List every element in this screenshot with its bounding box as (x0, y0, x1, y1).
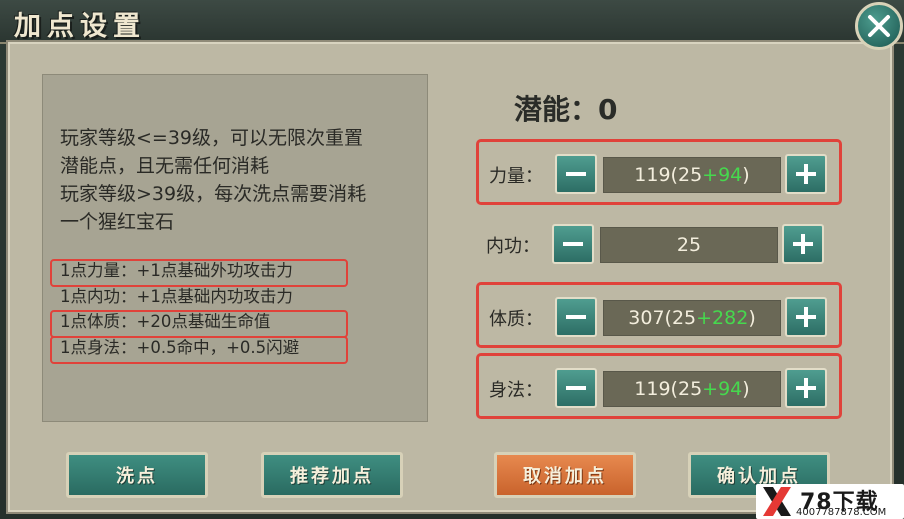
value-bonus: +94 (702, 164, 743, 186)
watermark-url: 4007787878.COM (796, 507, 887, 518)
constitution-plus-button[interactable] (785, 297, 827, 337)
stat-label: 身法： (489, 380, 543, 401)
value-base: 119(25 (634, 378, 703, 400)
value-base: 119(25 (634, 164, 703, 186)
close-button[interactable] (855, 2, 903, 50)
stat-label: 力量： (489, 166, 543, 187)
plus-icon (796, 378, 816, 398)
stat-row-inner-power: 内功： 25 (476, 212, 842, 278)
cancel-points-button[interactable]: 取消加点 (494, 452, 636, 498)
stat-row-agility: 身法： 119(25+94) (476, 353, 842, 419)
stat-label: 内功： (486, 236, 540, 257)
rule-inner-power: 1点内功：+1点基础内功攻击力 (60, 286, 293, 306)
stat-row-constitution: 体质： 307(25+282) (476, 282, 842, 348)
minus-icon (566, 386, 586, 390)
plus-icon (796, 307, 816, 327)
value-base: 307(25 (628, 307, 697, 329)
close-icon (868, 15, 890, 37)
strength-plus-button[interactable] (785, 154, 827, 194)
rule-constitution: 1点体质：+20点基础生命值 (50, 309, 358, 338)
reset-points-button[interactable]: 洗点 (66, 452, 208, 498)
constitution-minus-button[interactable] (555, 297, 597, 337)
desc-line: 潜能点，且无需任何消耗 (60, 155, 270, 177)
inner-power-minus-button[interactable] (552, 224, 594, 264)
strength-value: 119(25+94) (603, 157, 781, 193)
value-bonus: +282 (696, 307, 749, 329)
value-suffix: ) (742, 164, 750, 186)
value-base: 25 (676, 234, 702, 256)
plus-icon (796, 164, 816, 184)
agility-minus-button[interactable] (555, 368, 597, 408)
potential-points: 潜能：0 (514, 93, 618, 126)
minus-icon (566, 172, 586, 176)
desc-line: 玩家等级>39级，每次洗点需要消耗 (60, 183, 367, 205)
agility-plus-button[interactable] (785, 368, 827, 408)
minus-icon (566, 315, 586, 319)
constitution-value: 307(25+282) (603, 300, 781, 336)
plus-icon (793, 234, 813, 254)
stat-rules-list: 1点力量：+1点基础外功攻击力 1点内功：+1点基础内功攻击力 1点体质：+20… (50, 258, 358, 363)
x-logo-icon (763, 487, 791, 516)
value-suffix: ) (748, 307, 756, 329)
recommend-points-button[interactable]: 推荐加点 (261, 452, 403, 498)
rule-strength: 1点力量：+1点基础外功攻击力 (50, 258, 358, 287)
inner-power-value: 25 (600, 227, 778, 263)
inner-power-plus-button[interactable] (782, 224, 824, 264)
value-suffix: ) (742, 378, 750, 400)
value-bonus: +94 (702, 378, 743, 400)
site-watermark: 78下载 4007787878.COM (756, 484, 904, 519)
stat-label: 体质： (489, 309, 543, 330)
desc-line: 一个猩红宝石 (60, 211, 175, 233)
agility-value: 119(25+94) (603, 371, 781, 407)
game-window: 加点设置 玩家等级<=39级，可以无限次重置 潜能点，且无需任何消耗 玩家等级>… (0, 0, 904, 519)
desc-line: 玩家等级<=39级，可以无限次重置 (60, 127, 364, 149)
minus-icon (563, 242, 583, 246)
window-title: 加点设置 (14, 11, 146, 42)
reset-description: 玩家等级<=39级，可以无限次重置 潜能点，且无需任何消耗 玩家等级>39级，每… (60, 124, 420, 236)
title-bar: 加点设置 (0, 0, 904, 44)
strength-minus-button[interactable] (555, 154, 597, 194)
rule-agility: 1点身法：+0.5命中，+0.5闪避 (50, 335, 358, 363)
stat-row-strength: 力量： 119(25+94) (476, 139, 842, 205)
